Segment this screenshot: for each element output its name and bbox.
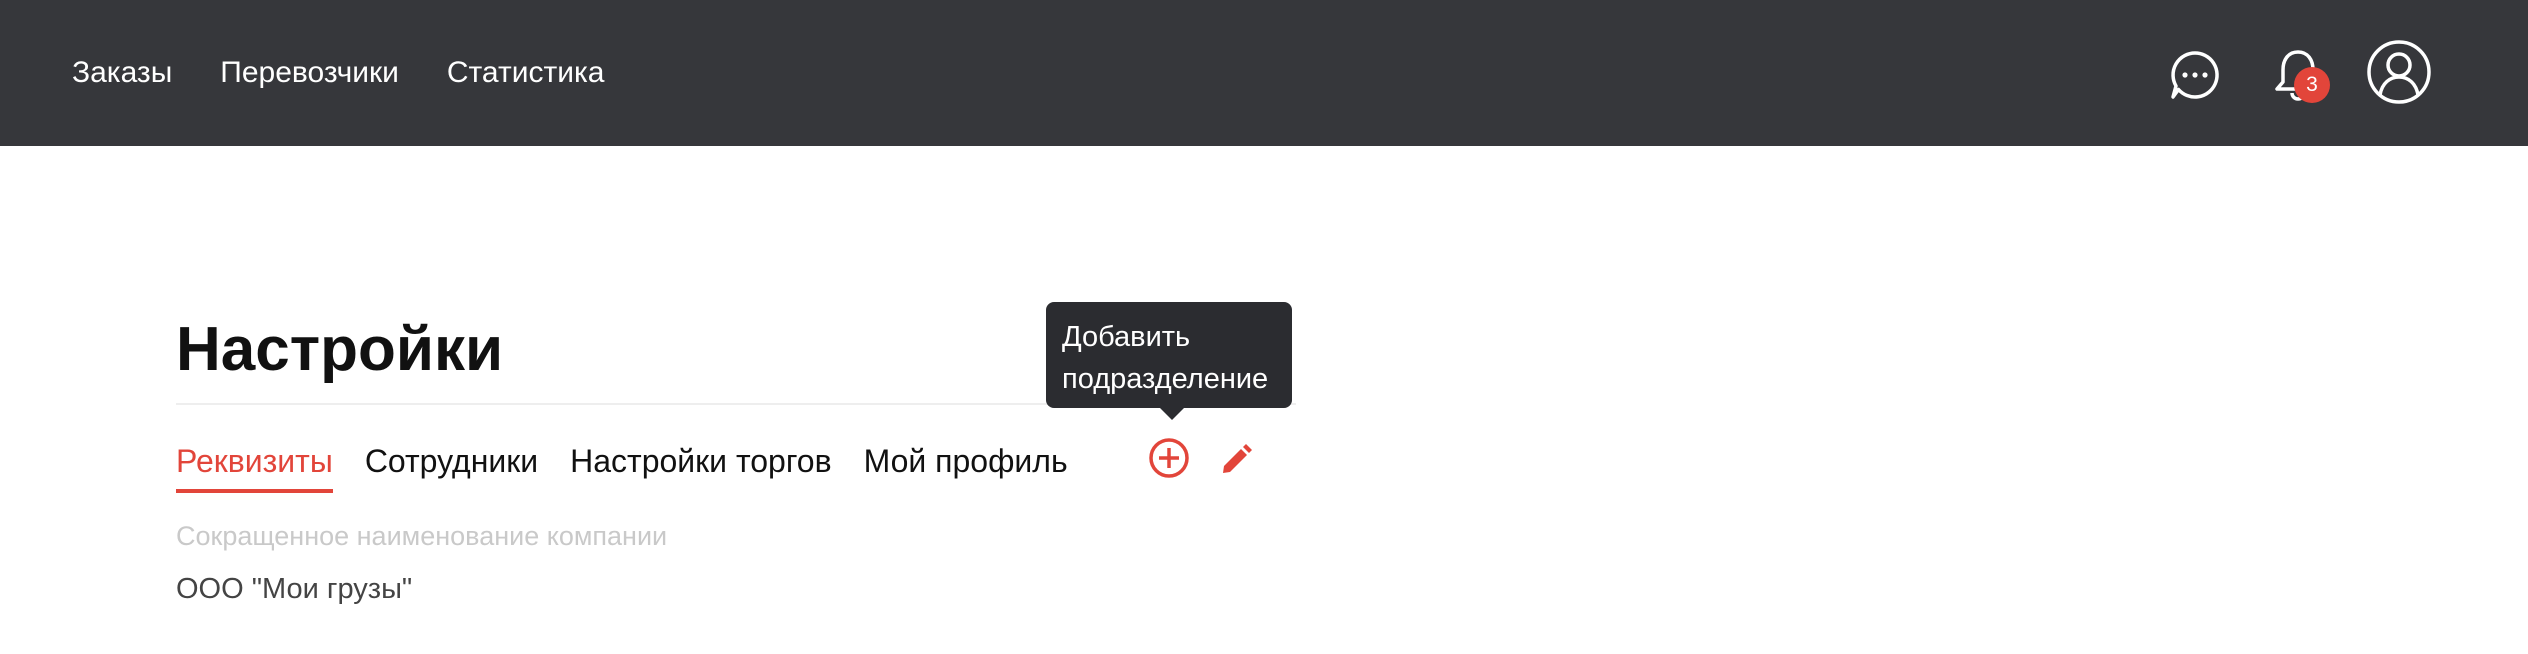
notification-badge: 3 [2294, 67, 2330, 103]
chat-dots-icon[interactable] [2170, 50, 2220, 100]
top-navigation-bar: Заказы Перевозчики Статистика 3 [0, 0, 2528, 146]
nav-item-carriers[interactable]: Перевозчики [220, 56, 399, 90]
edit-icon[interactable] [1218, 440, 1254, 476]
add-icon[interactable] [1148, 437, 1190, 479]
tooltip-line-2: подразделение [1062, 363, 1269, 395]
user-icon[interactable] [2366, 39, 2432, 105]
tooltip-line-1: Добавить [1062, 321, 1191, 353]
nav-item-orders[interactable]: Заказы [72, 56, 172, 90]
tab-my-profile[interactable]: Мой профиль [864, 437, 1068, 493]
company-short-name-value: ООО "Мои грузы" [176, 573, 413, 605]
tab-requisites[interactable]: Реквизиты [176, 437, 333, 493]
nav-item-statistics[interactable]: Статистика [447, 56, 605, 90]
main-nav: Заказы Перевозчики Статистика [72, 0, 652, 146]
tab-trading-settings[interactable]: Настройки торгов [570, 437, 831, 493]
add-department-tooltip: Добавить подразделение [1046, 302, 1292, 420]
settings-tabs: Реквизиты Сотрудники Настройки торгов Мо… [176, 437, 1100, 497]
page-title: Настройки [176, 315, 504, 384]
tab-employees[interactable]: Сотрудники [365, 437, 538, 493]
company-short-name-label: Сокращенное наименование компании [176, 521, 668, 551]
